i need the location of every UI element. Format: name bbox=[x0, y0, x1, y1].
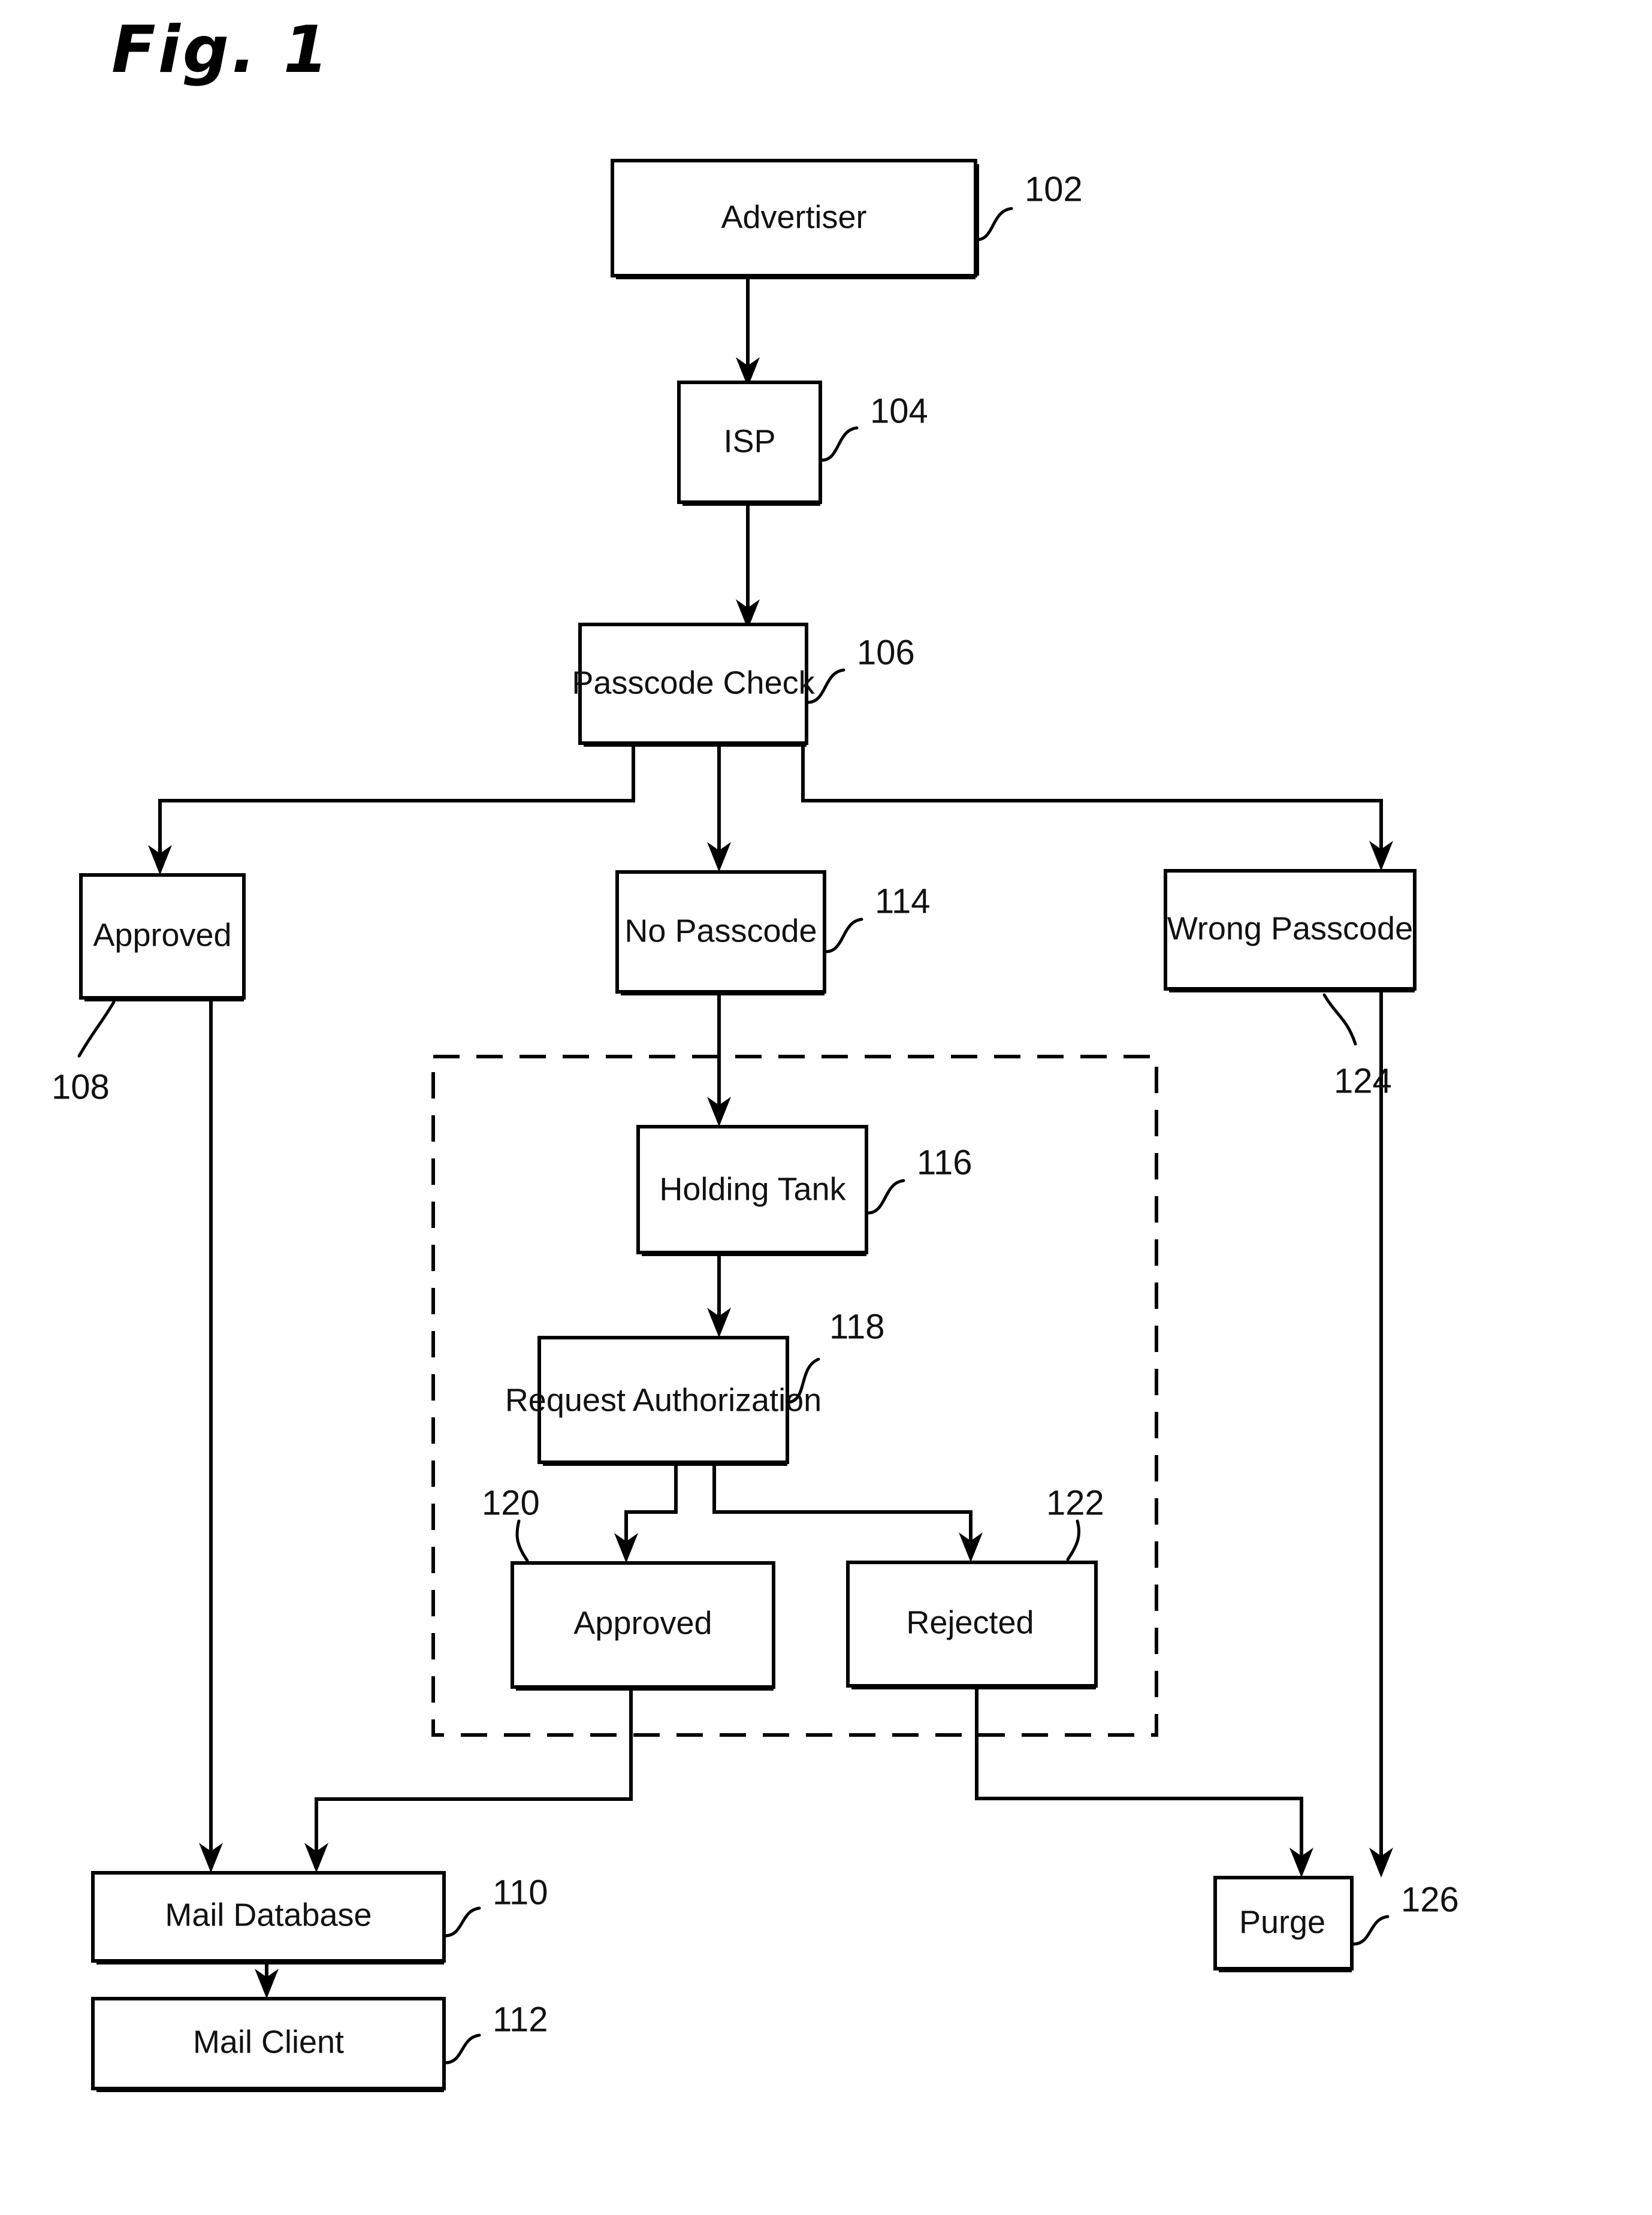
node-purge-label: Purge bbox=[1239, 1904, 1325, 1940]
node-no-passcode[interactable]: No Passcode bbox=[615, 870, 826, 995]
connector-mail-database-to-mail-client bbox=[255, 1961, 279, 1999]
connector-approved-to-mail-database bbox=[199, 998, 223, 1873]
connector-passcode-check-to-no-passcode bbox=[707, 743, 731, 872]
ref-leader-104 bbox=[820, 426, 859, 462]
ref-leader-126 bbox=[1351, 1915, 1390, 1946]
node-rejected-label: Rejected bbox=[906, 1604, 1034, 1640]
figure-canvas: Fig. 1 Advertiser 102 ISP 104 Passcode C… bbox=[0, 0, 1652, 2215]
connector-passcode-check-to-approved bbox=[148, 743, 635, 875]
ref-number-112: 112 bbox=[493, 2000, 548, 2039]
node-passcode-check-label: Passcode Check bbox=[572, 665, 815, 701]
node-wrong-passcode-label: Wrong Passcode bbox=[1167, 910, 1413, 946]
ref-leader-110 bbox=[443, 1906, 481, 1938]
node-mail-client-label: Mail Client bbox=[193, 2024, 344, 2060]
node-wrong-passcode[interactable]: Wrong Passcode bbox=[1164, 869, 1417, 992]
ref-number-122: 122 bbox=[1046, 1483, 1104, 1522]
node-mail-database[interactable]: Mail Database bbox=[91, 1871, 446, 1964]
flow-diagram: Advertiser 102 ISP 104 Passcode Check 10… bbox=[52, 159, 1459, 2092]
node-purge[interactable]: Purge bbox=[1213, 1876, 1354, 1972]
node-approved-top-label: Approved bbox=[93, 917, 231, 953]
node-holding-tank-label: Holding Tank bbox=[659, 1171, 846, 1207]
ref-leader-122 bbox=[1066, 1519, 1081, 1561]
connector-rejected-to-purge bbox=[975, 1686, 1313, 1878]
node-mail-database-label: Mail Database bbox=[165, 1897, 372, 1933]
ref-leader-120 bbox=[515, 1519, 529, 1562]
ref-number-116: 116 bbox=[917, 1143, 972, 1182]
connector-holding-tank-to-request-authorization bbox=[707, 1253, 731, 1338]
connector-isp-to-passcode-check bbox=[736, 502, 760, 629]
node-isp[interactable]: ISP bbox=[677, 381, 822, 506]
ref-leader-124 bbox=[1322, 993, 1357, 1046]
figure-title: Fig. 1 bbox=[111, 13, 331, 87]
node-approved-inner-label: Approved bbox=[573, 1605, 712, 1641]
node-rejected[interactable]: Rejected bbox=[846, 1561, 1098, 1689]
ref-leader-112 bbox=[443, 2033, 481, 2065]
ref-leader-116 bbox=[866, 1179, 905, 1215]
node-isp-label: ISP bbox=[723, 423, 775, 459]
connector-no-passcode-to-holding-tank bbox=[707, 992, 731, 1127]
ref-number-114: 114 bbox=[875, 882, 930, 921]
node-mail-client[interactable]: Mail Client bbox=[91, 1997, 446, 2092]
ref-number-106: 106 bbox=[857, 633, 915, 672]
node-approved-top[interactable]: Approved bbox=[79, 873, 246, 1001]
node-no-passcode-label: No Passcode bbox=[624, 913, 817, 949]
connector-wrong-passcode-to-purge bbox=[1369, 989, 1393, 1878]
ref-leader-114 bbox=[824, 918, 863, 953]
node-holding-tank[interactable]: Holding Tank bbox=[636, 1125, 868, 1256]
ref-number-126: 126 bbox=[1401, 1880, 1459, 1919]
node-passcode-check[interactable]: Passcode Check bbox=[572, 623, 816, 747]
node-approved-inner[interactable]: Approved bbox=[511, 1561, 775, 1691]
ref-number-120: 120 bbox=[482, 1483, 540, 1522]
connector-request-authorization-to-rejected bbox=[712, 1462, 983, 1562]
node-request-authorization-label: Request Authorization bbox=[505, 1382, 822, 1418]
connector-approved-inner-to-mail-database bbox=[304, 1687, 633, 1873]
ref-number-110: 110 bbox=[493, 1873, 548, 1912]
ref-number-124: 124 bbox=[1334, 1061, 1392, 1100]
node-advertiser-label: Advertiser bbox=[721, 199, 866, 235]
node-advertiser[interactable]: Advertiser bbox=[611, 159, 979, 279]
ref-leader-108 bbox=[77, 1000, 116, 1058]
ref-number-108: 108 bbox=[52, 1067, 110, 1106]
connector-passcode-check-to-wrong-passcode bbox=[801, 743, 1393, 871]
node-request-authorization[interactable]: Request Authorization bbox=[505, 1336, 822, 1466]
ref-number-104: 104 bbox=[870, 391, 928, 430]
connector-request-authorization-to-approved-inner bbox=[614, 1462, 678, 1563]
connector-advertiser-to-isp bbox=[736, 276, 760, 387]
ref-number-118: 118 bbox=[829, 1307, 884, 1346]
ref-number-102: 102 bbox=[1025, 170, 1083, 209]
ref-leader-102 bbox=[975, 207, 1013, 242]
